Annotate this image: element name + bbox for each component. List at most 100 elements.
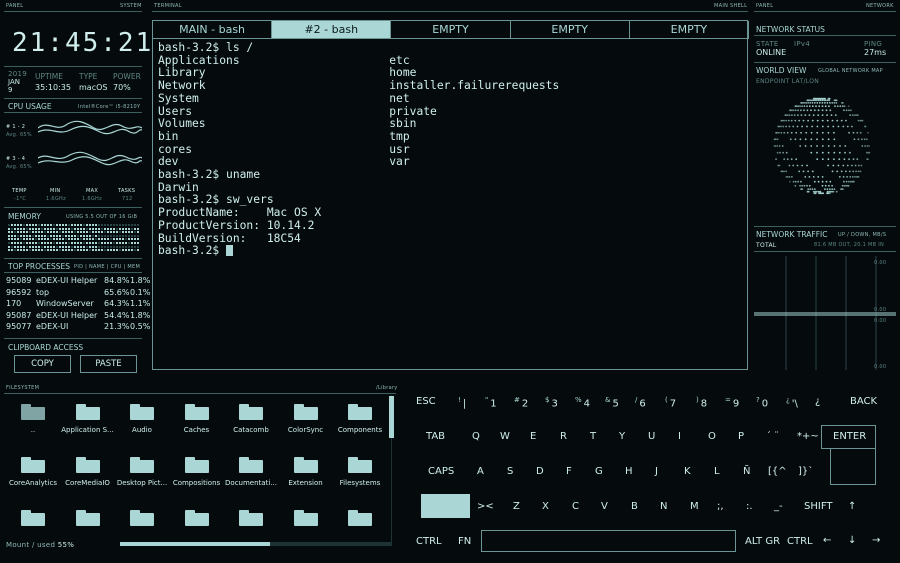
key-row3-0[interactable]: CAPS bbox=[428, 466, 454, 477]
key-14[interactable]: BACK bbox=[850, 396, 877, 407]
arrow-right-key[interactable]: → bbox=[872, 535, 880, 546]
terminal-tab[interactable]: #2 - bash bbox=[272, 21, 392, 39]
key-1[interactable]: ! | bbox=[458, 396, 466, 409]
key-row3-2[interactable]: S bbox=[507, 466, 513, 477]
folder-item[interactable] bbox=[166, 510, 228, 526]
arrow-left-key[interactable]: ← bbox=[823, 535, 831, 546]
key-row3-11[interactable]: [{^ bbox=[768, 466, 787, 477]
key-row2-12[interactable]: *+~ bbox=[797, 431, 819, 442]
key-row2-5[interactable]: T bbox=[590, 431, 596, 442]
key-row4-3[interactable]: X bbox=[542, 501, 549, 512]
key-row4-1[interactable]: >< bbox=[477, 501, 494, 512]
key-row4-10[interactable]: :. bbox=[746, 501, 753, 512]
key-row2-10[interactable]: P bbox=[738, 431, 744, 442]
key-row4-6[interactable]: B bbox=[631, 501, 638, 512]
key-row4-5[interactable]: V bbox=[601, 501, 608, 512]
key-row4-7[interactable]: N bbox=[660, 501, 667, 512]
folder-item[interactable]: Filesystems bbox=[329, 457, 391, 487]
fn-key[interactable]: FN bbox=[458, 536, 471, 547]
key-11[interactable]: ? 0 bbox=[756, 396, 768, 409]
key-12[interactable]: ¿ '\ bbox=[786, 396, 798, 409]
ctrl-left-key[interactable]: CTRL bbox=[416, 536, 442, 547]
terminal-tab[interactable]: EMPTY bbox=[629, 21, 749, 39]
key-row3-5[interactable]: G bbox=[595, 466, 603, 477]
key-row2-7[interactable]: U bbox=[648, 431, 655, 442]
key-4[interactable]: $3 bbox=[545, 396, 558, 409]
key-row3-4[interactable]: F bbox=[566, 466, 572, 477]
alt-gr-key[interactable]: ALT GR bbox=[745, 536, 780, 547]
key-row4-9[interactable]: ;, bbox=[717, 501, 724, 512]
folder-item[interactable]: Desktop Pict... bbox=[111, 457, 173, 487]
enter-label[interactable]: ENTER bbox=[833, 431, 866, 442]
folder-item[interactable] bbox=[329, 510, 391, 526]
key-row4-11[interactable]: _- bbox=[774, 501, 783, 512]
key-row2-3[interactable]: E bbox=[530, 431, 536, 442]
memory-cell bbox=[107, 238, 109, 241]
key-6[interactable]: & 5 bbox=[605, 396, 619, 409]
key-row3-6[interactable]: H bbox=[625, 466, 633, 477]
folder-item[interactable]: Catacomb bbox=[220, 404, 282, 434]
key-0[interactable]: ESC bbox=[416, 396, 436, 407]
memory-cell bbox=[89, 245, 91, 248]
space-bar[interactable] bbox=[481, 530, 736, 552]
key-row2-11[interactable]: ´ ¨ bbox=[766, 431, 779, 442]
folder-item[interactable]: Caches bbox=[166, 404, 228, 434]
folder-item[interactable] bbox=[111, 510, 173, 526]
key-3[interactable]: #2 bbox=[514, 396, 528, 409]
key-row3-12[interactable]: ]}` bbox=[798, 466, 813, 477]
key-row3-7[interactable]: J bbox=[655, 466, 658, 477]
key-5[interactable]: % 4 bbox=[575, 396, 590, 409]
folder-item[interactable]: Audio bbox=[111, 404, 173, 434]
memory-cell bbox=[134, 238, 136, 241]
key-8[interactable]: (7 bbox=[665, 396, 676, 409]
folder-item[interactable] bbox=[220, 510, 282, 526]
key-row2-2[interactable]: W bbox=[500, 431, 510, 442]
folder-item[interactable] bbox=[2, 510, 64, 526]
terminal-window[interactable]: MAIN - bash #2 - bash EMPTY EMPTY EMPTY bash… bbox=[152, 20, 749, 370]
key-row4-8[interactable]: M bbox=[690, 501, 699, 512]
parent-folder[interactable]: .. bbox=[2, 404, 64, 434]
key-9[interactable]: ) 8 bbox=[696, 396, 707, 409]
key-row2-4[interactable]: R bbox=[560, 431, 567, 442]
key-13[interactable]: ¿ bbox=[815, 396, 820, 407]
key-row4-12[interactable]: SHIFT bbox=[804, 501, 833, 512]
key-row3-1[interactable]: A bbox=[477, 466, 484, 477]
folder-item[interactable]: Extension bbox=[275, 457, 337, 487]
folder-item[interactable]: CoreAnalytics bbox=[2, 457, 64, 487]
arrow-down-key[interactable]: ↓ bbox=[848, 535, 856, 546]
paste-button[interactable]: PASTE bbox=[80, 355, 137, 373]
folder-item[interactable] bbox=[275, 510, 337, 526]
key-2[interactable]: " 1 bbox=[485, 396, 497, 409]
key-row2-8[interactable]: I bbox=[678, 431, 681, 442]
folder-item[interactable]: ColorSync bbox=[275, 404, 337, 434]
key-row4-2[interactable]: Z bbox=[513, 501, 520, 512]
folder-item[interactable]: Documentati... bbox=[220, 457, 282, 487]
key-row2-0[interactable]: TAB bbox=[426, 431, 445, 442]
globe-dot bbox=[829, 97, 831, 100]
key-row3-3[interactable]: D bbox=[536, 466, 544, 477]
memory-cell bbox=[59, 234, 61, 237]
key-row2-9[interactable]: O bbox=[708, 431, 716, 442]
folder-item[interactable]: CoreMediaIO bbox=[57, 457, 119, 487]
left-shift-key[interactable] bbox=[421, 494, 470, 518]
copy-button[interactable]: COPY bbox=[14, 355, 71, 373]
key-row3-8[interactable]: K bbox=[684, 466, 691, 477]
terminal-tab[interactable]: EMPTY bbox=[510, 21, 630, 39]
ctrl-right-key[interactable]: CTRL bbox=[787, 536, 813, 547]
key-row2-1[interactable]: Q bbox=[472, 431, 480, 442]
enter-key-lower[interactable] bbox=[830, 449, 876, 485]
key-row4-13[interactable]: ↑ bbox=[848, 501, 856, 512]
key-7[interactable]: /6 bbox=[635, 396, 646, 409]
key-row2-6[interactable]: Y bbox=[619, 431, 625, 442]
key-row4-4[interactable]: C bbox=[572, 501, 579, 512]
folder-item[interactable] bbox=[57, 510, 119, 526]
globe-dot bbox=[831, 188, 834, 190]
terminal-tab[interactable]: EMPTY bbox=[391, 21, 511, 39]
folder-item[interactable]: Application S... bbox=[57, 404, 119, 434]
key-row3-10[interactable]: Ñ bbox=[743, 466, 750, 477]
folder-item[interactable]: Compositions bbox=[166, 457, 228, 487]
terminal-tab[interactable]: MAIN - bash bbox=[153, 21, 273, 39]
folder-item[interactable]: Components bbox=[329, 404, 391, 434]
key-row3-9[interactable]: L bbox=[714, 466, 720, 477]
key-10[interactable]: = 9 bbox=[725, 396, 739, 409]
